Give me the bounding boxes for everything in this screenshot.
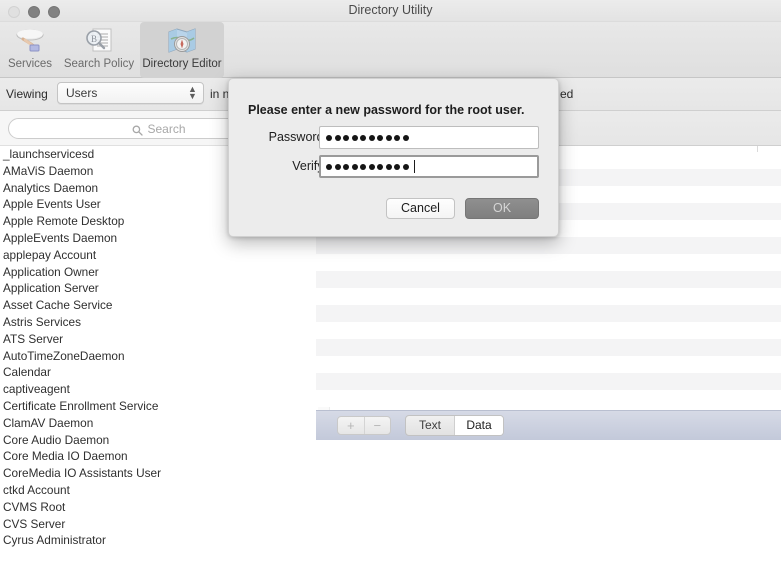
segment-data[interactable]: Data (455, 416, 503, 435)
table-row[interactable] (316, 288, 781, 305)
table-row[interactable] (316, 271, 781, 288)
viewing-type-value: Users (66, 86, 98, 100)
password-dot (402, 163, 409, 170)
list-item[interactable]: Application Server (0, 280, 316, 297)
list-item[interactable]: CVS Server (0, 516, 316, 533)
text-data-segmented-control[interactable]: Text Data (405, 415, 504, 436)
directory-editor-icon (165, 25, 199, 57)
toolbar-item-directory-editor[interactable]: Directory Editor (140, 22, 224, 78)
list-item[interactable]: Astris Services (0, 314, 316, 331)
node-label: in n (210, 87, 230, 101)
add-remove-control[interactable]: + − (337, 416, 391, 435)
list-item[interactable]: ATS Server (0, 331, 316, 348)
list-item[interactable]: Asset Cache Service (0, 297, 316, 314)
list-item[interactable]: Core Media IO Daemon (0, 448, 316, 465)
viewing-type-popup[interactable]: Users ▲ ▼ (57, 82, 204, 104)
password-dot (385, 163, 392, 170)
password-dot (326, 134, 332, 141)
directory-utility-window: Directory Utility Services B Search Poli… (0, 0, 781, 561)
list-item[interactable]: Cyrus Administrator (0, 532, 316, 549)
password-dot (368, 134, 375, 141)
search-icon (132, 123, 144, 136)
table-row[interactable] (316, 390, 781, 407)
list-item[interactable]: ctkd Account (0, 482, 316, 499)
search-policy-icon: B (82, 25, 116, 57)
password-dot (334, 134, 341, 141)
toolbar-item-label: Directory Editor (142, 58, 222, 70)
password-field[interactable] (319, 126, 539, 149)
verify-dots (326, 157, 415, 176)
password-dot (351, 134, 358, 141)
password-dot (385, 134, 392, 141)
password-label: Password: (268, 130, 327, 144)
services-icon (13, 25, 47, 57)
cancel-button[interactable]: Cancel (386, 198, 455, 219)
list-item[interactable]: CoreMedia IO Assistants User (0, 465, 316, 482)
search-placeholder: Search (147, 121, 186, 136)
detail-bottom-bar: + − Text Data (316, 410, 781, 440)
table-row[interactable] (316, 356, 781, 373)
password-dot (394, 163, 400, 170)
list-item[interactable]: applepay Account (0, 247, 316, 264)
toolbar-item-services[interactable]: Services (2, 22, 58, 78)
password-dot (360, 163, 366, 170)
password-dot (343, 134, 349, 141)
dialog-message: Please enter a new password for the root… (248, 103, 525, 117)
verify-label: Verify: (292, 159, 327, 173)
password-dot (377, 163, 383, 170)
list-item[interactable]: Core Audio Daemon (0, 432, 316, 449)
table-row[interactable] (316, 254, 781, 271)
toolbar-item-label: Services (7, 58, 53, 70)
window-titlebar: Directory Utility (0, 0, 781, 22)
password-dot (368, 163, 375, 170)
table-row[interactable] (316, 322, 781, 339)
table-row[interactable] (316, 373, 781, 390)
password-dot (377, 134, 383, 141)
password-dot (360, 134, 366, 141)
password-dot (402, 134, 409, 141)
table-row[interactable] (316, 237, 781, 254)
list-item[interactable]: captiveagent (0, 381, 316, 398)
window-title: Directory Utility (348, 3, 433, 17)
password-dot (394, 134, 400, 141)
toolbar-item-label: Search Policy (63, 58, 135, 70)
verify-field[interactable] (319, 155, 539, 178)
list-item[interactable]: Calendar (0, 364, 316, 381)
toolbar-item-search-policy[interactable]: B Search Policy (58, 22, 140, 78)
table-row[interactable] (316, 305, 781, 322)
password-dot (326, 163, 332, 170)
password-dots (326, 127, 409, 148)
add-attribute-button[interactable]: + (338, 417, 365, 434)
text-caret (413, 160, 415, 173)
remove-attribute-button[interactable]: − (365, 417, 391, 434)
list-item[interactable]: ClamAV Daemon (0, 415, 316, 432)
list-item[interactable]: Certificate Enrollment Service (0, 398, 316, 415)
svg-text:B: B (91, 34, 97, 44)
table-row[interactable] (316, 339, 781, 356)
list-item[interactable]: Application Owner (0, 264, 316, 281)
ok-button[interactable]: OK (465, 198, 539, 219)
chevron-up-down-icon: ▲ ▼ (188, 84, 197, 101)
password-dot (351, 163, 358, 170)
list-item[interactable]: AutoTimeZoneDaemon (0, 348, 316, 365)
viewing-label: Viewing (6, 87, 48, 101)
node-label-tail: ed (560, 87, 574, 101)
password-dot (334, 163, 341, 170)
list-item[interactable]: CVMS Root (0, 499, 316, 516)
main-toolbar: Services B Search Policy Directory Edito… (0, 22, 781, 78)
segment-text[interactable]: Text (406, 416, 455, 435)
password-dot (343, 163, 349, 170)
